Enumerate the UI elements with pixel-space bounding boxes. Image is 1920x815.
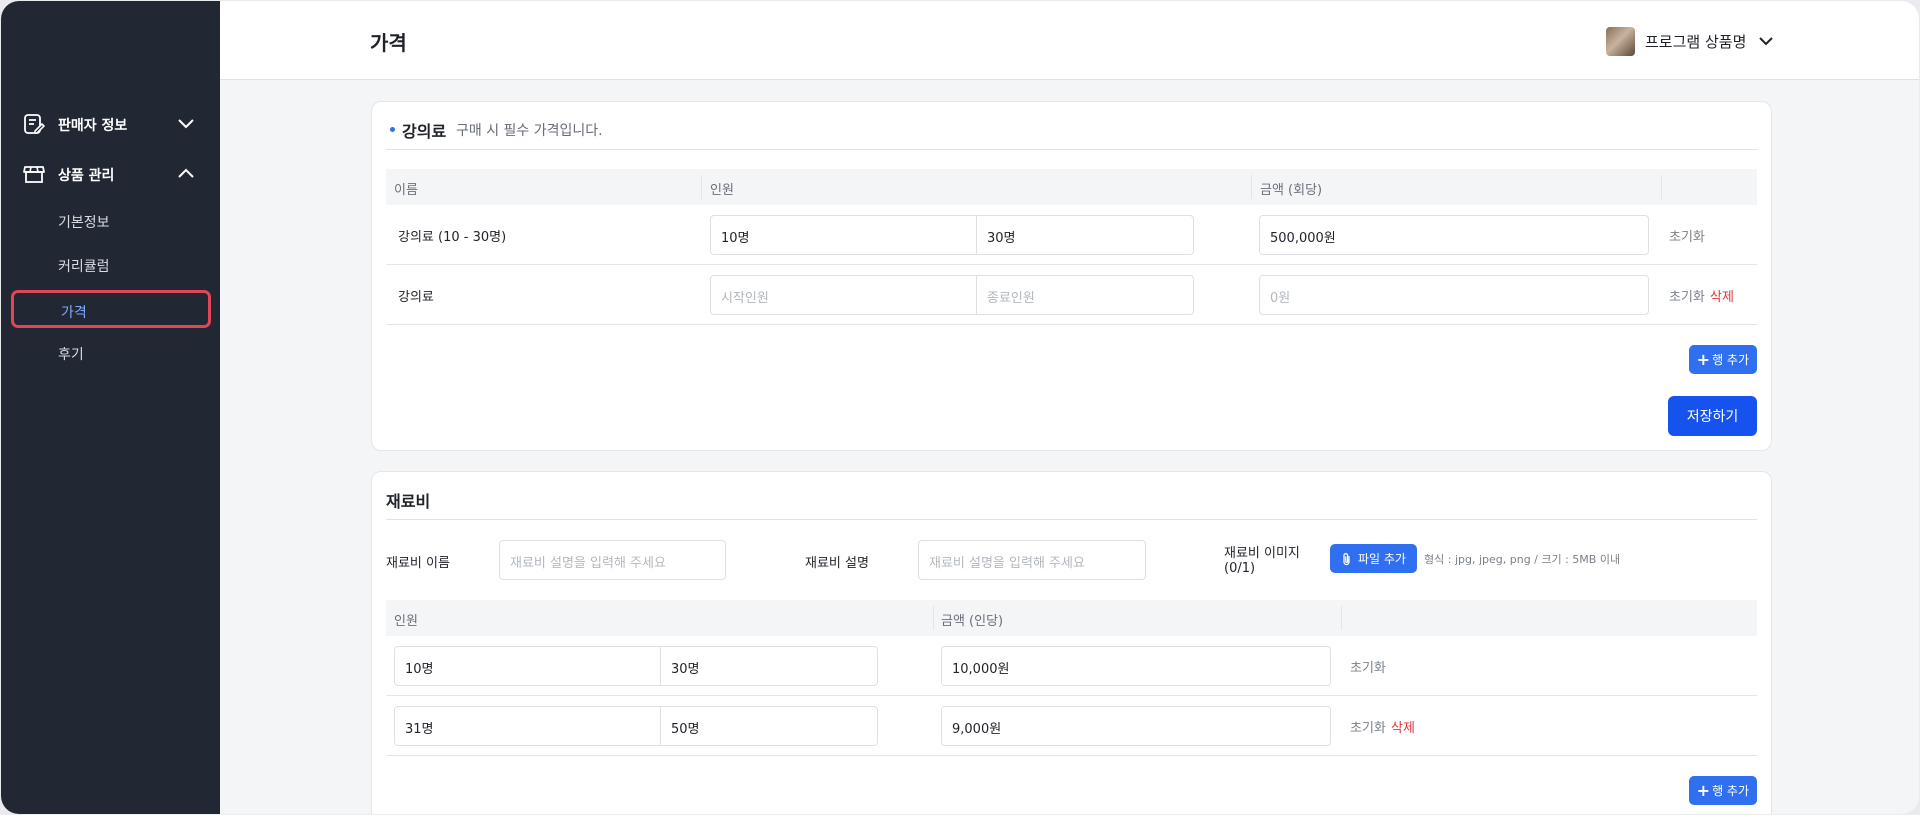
sidebar-item-label: 가격 xyxy=(61,305,87,321)
sidebar-item-price[interactable]: 가격 xyxy=(11,290,211,328)
column-header: 인원 xyxy=(710,183,734,198)
add-file-label: 파일 추가 xyxy=(1358,552,1406,566)
plus-icon: + xyxy=(1696,781,1711,800)
end-count-input[interactable]: 30명 xyxy=(976,215,1194,255)
material-image-label: 재료비 이미지 xyxy=(1224,546,1300,561)
chevron-up-icon xyxy=(178,168,194,178)
add-row-button[interactable]: + 행 추가 xyxy=(1688,345,1757,374)
section-header: 강의료 구매 시 필수 가격입니다. xyxy=(386,118,1757,150)
end-count-input[interactable]: 50명 xyxy=(660,706,878,746)
sidebar-item-reviews[interactable]: 후기 xyxy=(58,344,84,364)
section-subtitle: 구매 시 필수 가격입니다. xyxy=(456,123,603,139)
column-divider xyxy=(1251,175,1252,199)
start-count-input[interactable]: 10명 xyxy=(394,646,661,686)
table-header: 이름 인원 금액 (회당) xyxy=(386,169,1757,205)
delete-button[interactable]: 삭제 xyxy=(1710,286,1734,305)
add-file-button[interactable]: 파일 추가 xyxy=(1330,544,1417,573)
sidebar: 판매자 정보 상품 관리 기본정보 커리큘럼 가격 후기 xyxy=(1,1,220,814)
section-title: 재료비 xyxy=(386,492,431,511)
reset-button[interactable]: 초기화 xyxy=(1350,717,1386,736)
column-header: 금액 (인당) xyxy=(941,614,1004,629)
column-divider xyxy=(1661,175,1662,199)
store-icon xyxy=(23,166,45,183)
save-button[interactable]: 저장하기 xyxy=(1668,396,1757,436)
start-count-input[interactable]: 시작인원 xyxy=(710,275,977,315)
reset-button[interactable]: 초기화 xyxy=(1669,226,1705,245)
bullet-dot-icon xyxy=(390,127,395,132)
end-count-input[interactable]: 종료인원 xyxy=(976,275,1194,315)
amount-input[interactable]: 10,000원 xyxy=(941,646,1331,686)
column-header: 이름 xyxy=(394,183,418,198)
column-divider xyxy=(1341,606,1342,630)
section-title: 강의료 xyxy=(402,122,447,141)
chevron-down-icon xyxy=(1759,37,1774,46)
plus-icon: + xyxy=(1696,350,1711,369)
row-name: 강의료 xyxy=(398,290,434,305)
app-window: 판매자 정보 상품 관리 기본정보 커리큘럼 가격 후기 가격 프로그램 상품명… xyxy=(1,1,1919,814)
product-selector[interactable]: 프로그램 상품명 xyxy=(1606,26,1774,56)
column-header: 인원 xyxy=(394,614,418,629)
section-header: 재료비 xyxy=(386,488,1757,520)
end-count-input[interactable]: 30명 xyxy=(660,646,878,686)
page-title: 가격 xyxy=(370,31,407,55)
paperclip-icon xyxy=(1343,552,1350,565)
sidebar-group-seller-info[interactable]: 판매자 정보 xyxy=(1,104,220,144)
table-row: 31명 50명 9,000원 초기화 삭제 xyxy=(386,696,1757,756)
reset-button[interactable]: 초기화 xyxy=(1350,657,1386,676)
material-image-count: (0/1) xyxy=(1224,561,1256,576)
sidebar-group-label: 판매자 정보 xyxy=(58,118,128,134)
avatar xyxy=(1606,26,1635,56)
add-row-button[interactable]: + 행 추가 xyxy=(1688,776,1757,805)
reset-button[interactable]: 초기화 xyxy=(1669,286,1705,305)
column-divider xyxy=(701,175,702,199)
sidebar-group-product-management[interactable]: 상품 관리 xyxy=(1,154,220,194)
sidebar-group-label: 상품 관리 xyxy=(58,168,115,184)
material-name-input[interactable]: 재료비 설명을 입력해 주세요 xyxy=(499,540,726,580)
page-header: 가격 프로그램 상품명 xyxy=(220,1,1919,80)
row-name: 강의료 (10 - 30명) xyxy=(398,230,507,245)
add-row-label: 행 추가 xyxy=(1712,784,1749,798)
sidebar-item-curriculum[interactable]: 커리큘럼 xyxy=(58,256,110,276)
material-desc-input[interactable]: 재료비 설명을 입력해 주세요 xyxy=(918,540,1146,580)
add-row-label: 행 추가 xyxy=(1712,353,1749,367)
table-row: 10명 30명 10,000원 초기화 xyxy=(386,636,1757,696)
start-count-input[interactable]: 10명 xyxy=(710,215,977,255)
amount-input[interactable]: 500,000원 xyxy=(1259,215,1649,255)
delete-button[interactable]: 삭제 xyxy=(1391,717,1415,736)
lecture-fee-card: 강의료 구매 시 필수 가격입니다. 이름 인원 금액 (회당) 강의료 (10… xyxy=(371,101,1772,451)
product-name: 프로그램 상품명 xyxy=(1645,32,1747,51)
chevron-down-icon xyxy=(178,119,194,129)
column-header: 금액 (회당) xyxy=(1260,183,1323,198)
table-header: 인원 금액 (인당) xyxy=(386,600,1757,636)
column-divider xyxy=(933,606,934,630)
file-hint: 형식 : jpg, jpeg, png / 크기 : 5MB 이내 xyxy=(1424,553,1621,566)
start-count-input[interactable]: 31명 xyxy=(394,706,661,746)
document-edit-icon xyxy=(24,114,45,134)
material-fee-card: 재료비 재료비 이름 재료비 설명을 입력해 주세요 재료비 설명 재료비 설명… xyxy=(371,471,1772,814)
table-row: 강의료 시작인원 종료인원 0원 초기화 삭제 xyxy=(386,265,1757,325)
main-content: 가격 프로그램 상품명 강의료 구매 시 필수 가격입니다. 이름 인원 금액 … xyxy=(220,1,1919,814)
amount-input[interactable]: 9,000원 xyxy=(941,706,1331,746)
table-row: 강의료 (10 - 30명) 10명 30명 500,000원 초기화 xyxy=(386,205,1757,265)
material-desc-label: 재료비 설명 xyxy=(805,556,869,571)
sidebar-item-basic-info[interactable]: 기본정보 xyxy=(58,212,110,232)
amount-input[interactable]: 0원 xyxy=(1259,275,1649,315)
material-name-label: 재료비 이름 xyxy=(386,556,450,571)
